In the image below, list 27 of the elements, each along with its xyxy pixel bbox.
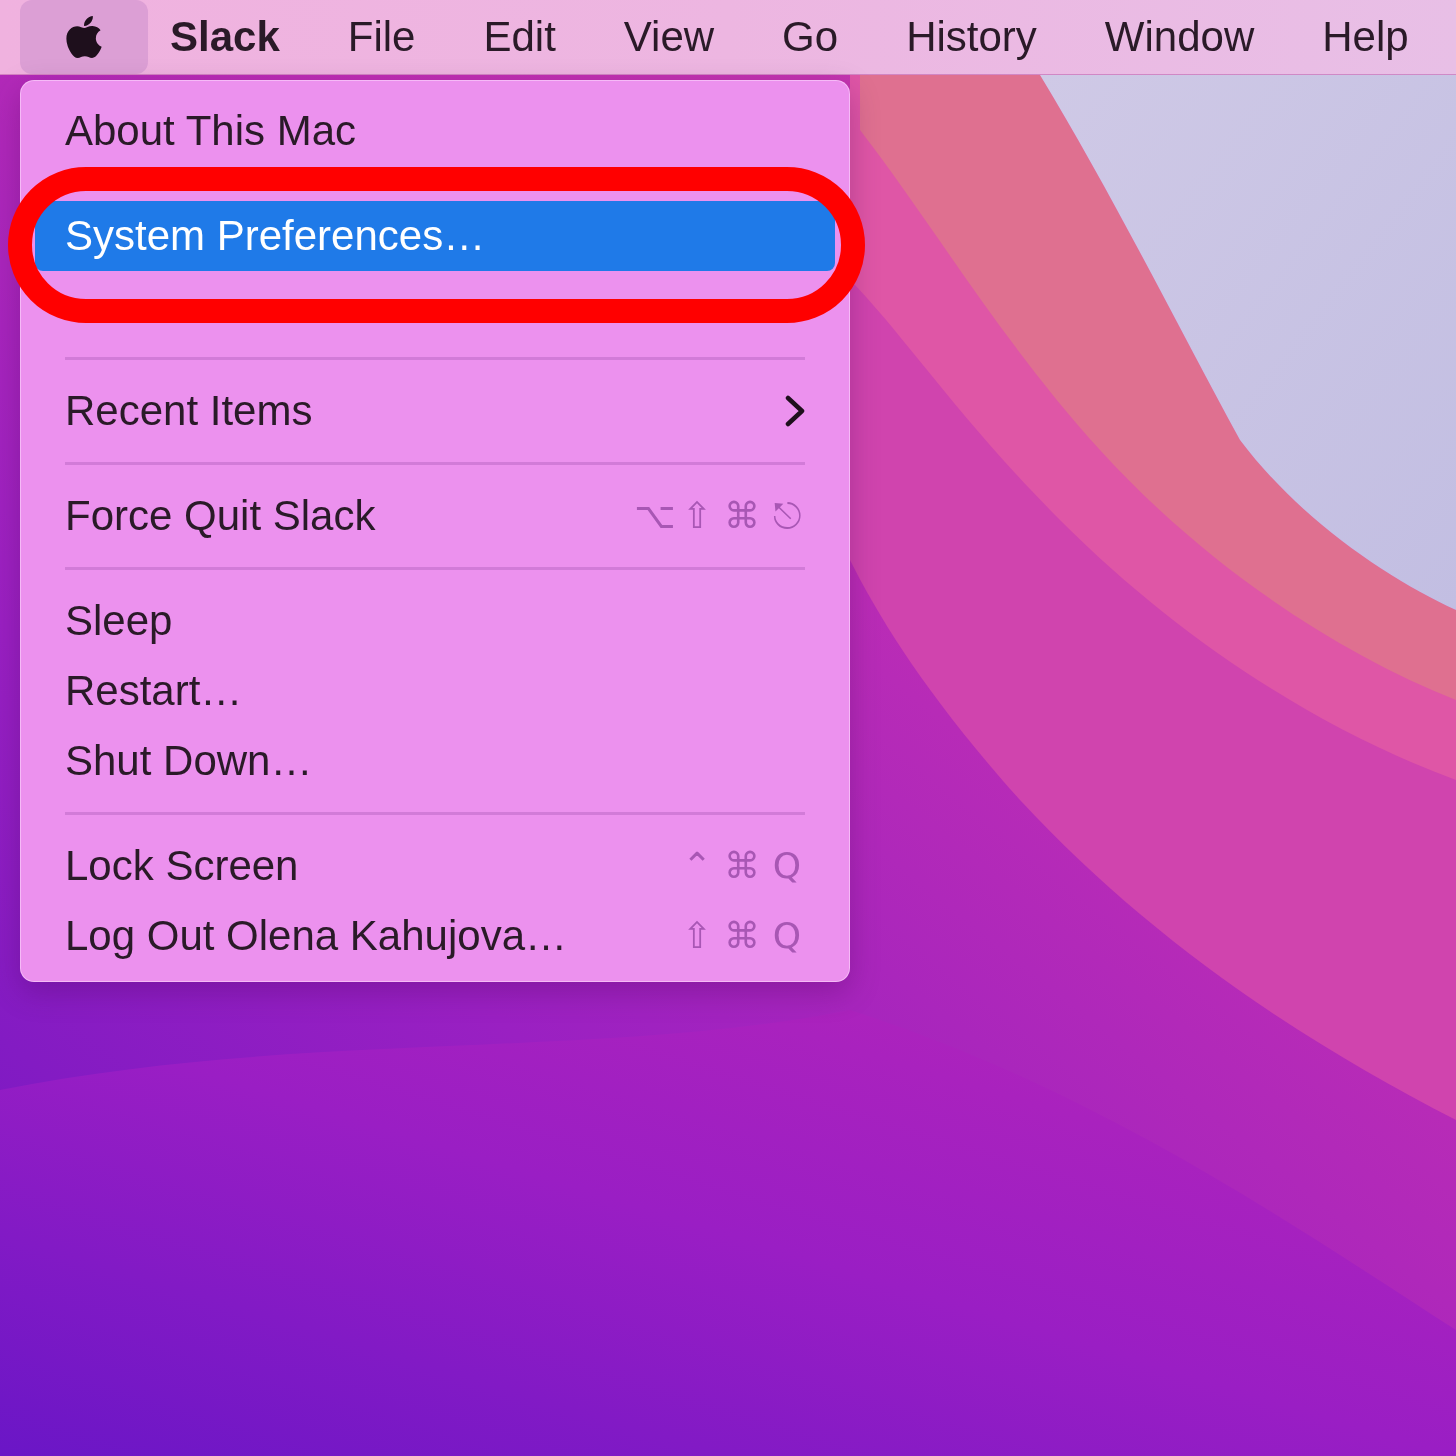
menu-title[interactable]: Window <box>1104 0 1255 74</box>
shortcut-key: ⌘ <box>724 844 760 888</box>
shortcut-key: ⌘ <box>724 914 760 958</box>
menu-item[interactable]: About This Mac <box>35 96 835 166</box>
app-menu-title[interactable]: Slack <box>170 0 280 74</box>
shortcut-key: ⇧ <box>679 494 715 538</box>
menu-title[interactable]: Edit <box>483 0 556 74</box>
shortcut-key: ⌘ <box>724 494 760 538</box>
menu-item[interactable]: System Preferences… <box>35 201 835 271</box>
menu-title[interactable]: File <box>347 0 416 74</box>
menu-item[interactable]: Restart… <box>35 656 835 726</box>
menu-item[interactable]: Recent Items <box>35 376 835 446</box>
shortcut-key: ⎋ <box>769 494 805 538</box>
menu-item[interactable]: Shut Down… <box>35 726 835 796</box>
menu-item[interactable]: Sleep <box>35 586 835 656</box>
menu-title[interactable]: Go <box>782 0 839 74</box>
menu-item[interactable]: Log Out Olena Kahujova… ⇧ ⌘ Q <box>35 901 835 971</box>
shortcut-key: Q <box>769 914 805 958</box>
menu-item[interactable]: Lock Screen ⌃ ⌘ Q <box>35 831 835 901</box>
menu-item[interactable]: Force Quit Slack ⌥ ⇧ ⌘ ⎋ <box>35 481 835 551</box>
shortcut-key: ⌃ <box>679 844 715 888</box>
menu-title[interactable]: View <box>623 0 715 74</box>
apple-menu-button[interactable] <box>20 0 148 74</box>
shortcut-key: ⇧ <box>679 914 715 958</box>
menu-title[interactable]: History <box>906 0 1037 74</box>
shortcut-key: Q <box>769 844 805 888</box>
menu-title[interactable]: Help <box>1322 0 1409 74</box>
